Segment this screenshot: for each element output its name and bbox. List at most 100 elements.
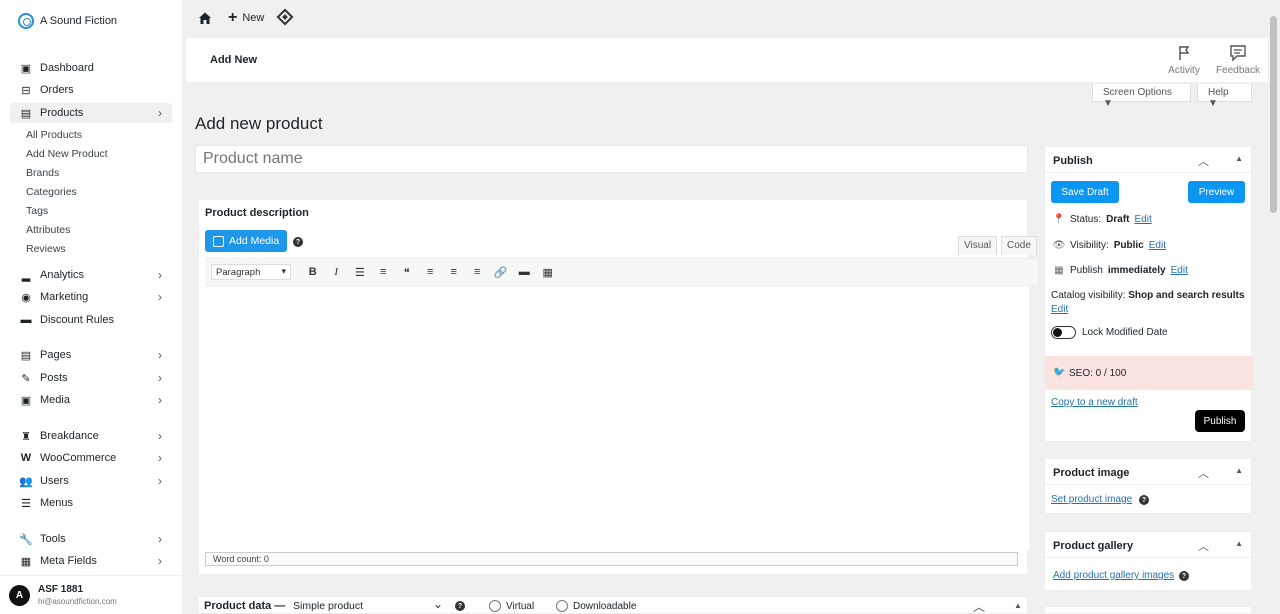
chevron-right-icon: › (158, 348, 162, 362)
page-scrollbar[interactable] (1270, 16, 1277, 213)
chevron-up-icon[interactable]: ︿ (973, 598, 985, 614)
triangle-up-icon[interactable]: ▲ (1235, 466, 1243, 475)
help-button[interactable]: Help ▼ (1197, 84, 1252, 109)
sidebar-item-tools[interactable]: 🔧 Tools › (10, 529, 172, 549)
read-more-button[interactable]: ▬ (513, 266, 537, 278)
preview-button[interactable]: Preview (1188, 181, 1245, 203)
status-value: Draft (1106, 213, 1130, 225)
user-email: hi@asoundfiction.com (38, 597, 117, 606)
submenu-reviews[interactable]: Reviews (26, 243, 66, 255)
product-type-select[interactable]: Simple product (293, 597, 443, 612)
product-name-input[interactable] (195, 145, 1028, 173)
copy-to-draft-link[interactable]: Copy to a new draft (1051, 397, 1138, 408)
product-data-label: Product data — (204, 600, 286, 612)
add-media-button[interactable]: Add Media (205, 230, 288, 252)
sidebar-item-analytics[interactable]: ▂ Analytics › (10, 265, 172, 285)
brand[interactable]: A Sound Fiction (18, 13, 117, 29)
blockquote-button[interactable]: ❝ (395, 266, 419, 279)
archive-icon: ▤ (20, 107, 32, 120)
add-gallery-images-link[interactable]: Add product gallery images (1053, 570, 1174, 581)
sidebar-item-discount-rules[interactable]: ▬ Discount Rules (10, 310, 172, 330)
virtual-checkbox[interactable]: Virtual (489, 600, 534, 612)
product-description-box: Product description Add Media ? Visual C… (198, 199, 1039, 575)
triangle-up-icon[interactable]: ▲ (1235, 154, 1243, 163)
save-draft-button[interactable]: Save Draft (1051, 181, 1119, 203)
inbox-icon: ⊟ (21, 84, 31, 97)
feedback-button[interactable]: Feedback (1214, 44, 1262, 76)
edit-status-link[interactable]: Edit (1134, 214, 1151, 225)
edit-visibility-link[interactable]: Edit (1149, 240, 1166, 251)
chevron-right-icon: › (158, 429, 162, 443)
sidebar-item-products[interactable]: ▤ Products › (10, 103, 172, 123)
downloadable-checkbox[interactable]: Downloadable (556, 600, 636, 612)
sidebar-item-label: Meta Fields (40, 555, 97, 567)
table-icon: ▦ (20, 555, 32, 568)
sidebar-item-posts[interactable]: ✎ Posts › (10, 368, 172, 388)
link-button[interactable]: 🔗 (489, 266, 513, 279)
new-button[interactable]: + New (228, 10, 265, 26)
lock-modified-toggle[interactable] (1051, 326, 1076, 339)
submenu-all-products[interactable]: All Products (26, 129, 82, 141)
sidebar-item-label: Users (40, 475, 69, 487)
sidebar-item-label: Orders (40, 84, 74, 96)
help-icon[interactable]: ? (1139, 495, 1149, 505)
activity-button[interactable]: Activity (1160, 44, 1208, 76)
numbered-list-button[interactable]: ≡ (372, 266, 396, 278)
edit-catalog-visibility-link[interactable]: Edit (1051, 304, 1068, 315)
wrench-icon: 🔧 (19, 533, 33, 546)
sidebar-item-label: Pages (40, 349, 72, 361)
sidebar-item-dashboard[interactable]: ▣ Dashboard (10, 58, 172, 78)
submenu-add-new-product[interactable]: Add New Product (26, 148, 108, 160)
new-label: New (242, 12, 265, 24)
sidebar-item-users[interactable]: 👥 Users › (10, 471, 172, 491)
chevron-up-icon[interactable]: ︿ (1198, 465, 1209, 481)
chevron-up-icon[interactable]: ︿ (1198, 153, 1209, 169)
triangle-up-icon[interactable]: ▲ (1014, 601, 1022, 610)
breakdance-diamond-icon[interactable] (276, 8, 294, 26)
submenu-brands[interactable]: Brands (26, 167, 59, 179)
align-center-button[interactable]: ≡ (442, 266, 466, 278)
help-icon[interactable]: ? (293, 237, 303, 247)
triangle-up-icon[interactable]: ▲ (1235, 539, 1243, 548)
flag-icon (1179, 46, 1190, 60)
user-account[interactable]: A ASF 1881 hi@asoundfiction.com (0, 575, 182, 614)
sidebar-item-meta-fields[interactable]: ▦ Meta Fields › (10, 551, 172, 571)
publish-panel-header[interactable]: Publish ︿ ▲ (1045, 147, 1251, 173)
sidebar-item-breakdance[interactable]: ♜ Breakdance › (10, 426, 172, 446)
help-icon[interactable]: ? (455, 601, 465, 611)
sidebar-item-orders[interactable]: ⊟ Orders (10, 80, 172, 100)
tab-visual[interactable]: Visual (958, 236, 998, 255)
align-right-button[interactable]: ≡ (466, 266, 490, 278)
product-image-header[interactable]: Product image ︿ ▲ (1045, 459, 1251, 485)
product-gallery-header[interactable]: Product gallery ︿ ▲ (1045, 532, 1251, 558)
align-left-button[interactable]: ≡ (419, 266, 443, 278)
submenu-tags[interactable]: Tags (26, 205, 48, 217)
tab-code[interactable]: Code (1001, 236, 1037, 255)
set-product-image-link[interactable]: Set product image (1051, 494, 1132, 505)
seo-icon: 🐦 (1053, 367, 1066, 378)
chevron-right-icon: › (158, 290, 162, 304)
sidebar-item-menus[interactable]: ☰ Menus (10, 493, 172, 513)
edit-publish-date-link[interactable]: Edit (1171, 265, 1188, 276)
help-icon[interactable]: ? (1179, 571, 1189, 581)
description-editor[interactable] (199, 286, 1029, 550)
sidebar-item-pages[interactable]: ▤ Pages › (10, 345, 172, 365)
visibility-row: 👁 Visibility: Public Edit (1053, 239, 1166, 251)
publish-date-value: immediately (1107, 264, 1166, 276)
sidebar-item-media[interactable]: ▣ Media › (10, 390, 172, 410)
home-icon[interactable] (198, 11, 212, 25)
sidebar-item-woocommerce[interactable]: W WooCommerce › (10, 448, 172, 468)
sidebar-item-marketing[interactable]: ◉ Marketing › (10, 287, 172, 307)
format-select[interactable]: Paragraph (211, 264, 291, 280)
bold-button[interactable]: B (301, 266, 325, 278)
media-icon (213, 235, 224, 247)
publish-button[interactable]: Publish (1195, 410, 1245, 432)
bulleted-list-button[interactable]: ☰ (348, 266, 372, 279)
chevron-right-icon: › (158, 451, 162, 465)
submenu-categories[interactable]: Categories (26, 186, 77, 198)
chevron-up-icon[interactable]: ︿ (1198, 538, 1209, 554)
toolbar-toggle-button[interactable]: ▦ (536, 266, 560, 279)
submenu-attributes[interactable]: Attributes (26, 224, 70, 236)
italic-button[interactable]: I (325, 266, 349, 278)
screen-options-button[interactable]: Screen Options ▼ (1092, 84, 1191, 109)
